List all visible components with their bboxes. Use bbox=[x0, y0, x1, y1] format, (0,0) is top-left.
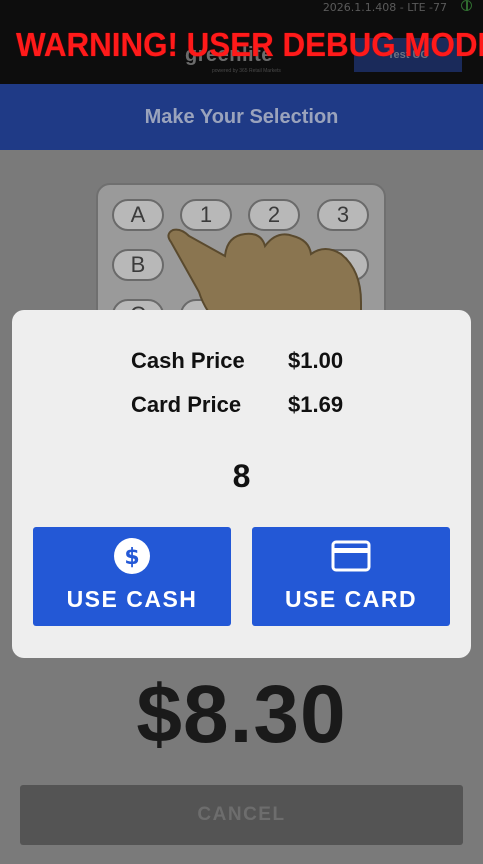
use-cash-button[interactable]: $ USE CASH bbox=[33, 527, 231, 626]
use-card-button[interactable]: USE CARD bbox=[252, 527, 450, 626]
globe-icon bbox=[461, 0, 472, 11]
credit-card-icon bbox=[331, 540, 371, 572]
top-bar: 2026.1.1.408 - LTE -77 greenlite powered… bbox=[0, 0, 483, 84]
selection-title: Make Your Selection bbox=[144, 105, 339, 128]
card-price-label: Card Price bbox=[131, 392, 242, 417]
logo-tagline: powered by 365 Retail Markets bbox=[212, 68, 281, 74]
cash-price-value: $1.00 bbox=[288, 348, 344, 373]
payment-modal: Cash Price $1.00 Card Price $1.69 8 $ US… bbox=[12, 310, 471, 658]
status-text: 2026.1.1.408 - LTE -77 bbox=[322, 1, 447, 14]
use-card-label: USE CARD bbox=[284, 586, 418, 612]
debug-warning: WARNING! USER DEBUG MODE bbox=[16, 26, 483, 63]
card-price-value: $1.69 bbox=[288, 392, 344, 417]
selection-number: 8 bbox=[232, 458, 251, 494]
dollar-icon: $ bbox=[114, 538, 150, 574]
selection-bar: Make Your Selection bbox=[0, 84, 483, 150]
cancel-button[interactable]: CANCEL bbox=[20, 785, 463, 845]
cash-price-label: Cash Price bbox=[131, 348, 245, 373]
order-total: $8.30 bbox=[136, 669, 347, 760]
use-cash-label: USE CASH bbox=[66, 586, 198, 612]
key-a: A bbox=[112, 199, 164, 231]
key-b: B bbox=[112, 249, 164, 281]
svg-text:$: $ bbox=[124, 545, 139, 570]
